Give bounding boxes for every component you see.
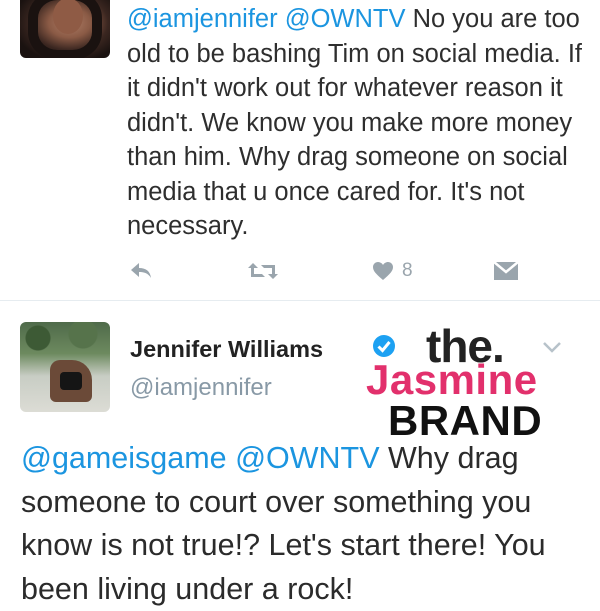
like-count: 8 — [402, 260, 413, 281]
mention-link[interactable]: @gameisgame — [21, 441, 227, 475]
chevron-down-icon[interactable] — [541, 339, 563, 355]
tweet-text: @iamjennifer @OWNTV No you are too old t… — [127, 2, 587, 244]
mention-link[interactable]: @OWNTV — [285, 5, 406, 33]
tweet-text-segment — [227, 441, 235, 475]
retweet-icon — [248, 263, 278, 279]
retweet-button[interactable] — [247, 256, 279, 286]
author-name[interactable]: Jennifer Williams — [130, 336, 323, 363]
tweet-actions: 8 — [127, 256, 527, 286]
heart-icon — [373, 262, 393, 280]
mention-link[interactable]: @iamjennifer — [127, 5, 278, 33]
avatar-swimsuit — [60, 372, 82, 390]
author-handle[interactable]: @iamjennifer — [130, 374, 272, 402]
direct-message-button[interactable] — [493, 256, 519, 286]
user-avatar[interactable] — [20, 0, 110, 58]
direct-message-icon — [493, 261, 519, 280]
avatar-foliage — [20, 322, 110, 362]
verified-badge-icon — [373, 335, 395, 357]
reply-icon — [131, 263, 151, 278]
mention-link[interactable]: @OWNTV — [235, 441, 379, 475]
author-avatar[interactable] — [20, 322, 110, 412]
tweet-text-segment — [278, 5, 285, 33]
tweet-text-segment: No you are too old to be bashing Tim on … — [127, 5, 583, 240]
tweet-original: Jennifer Williams @iamjennifer the. Jasm… — [0, 301, 600, 606]
reply-button[interactable] — [129, 256, 153, 286]
tweet-text: @gameisgame @OWNTV Why drag someone to c… — [21, 437, 591, 611]
like-button[interactable]: 8 — [372, 256, 413, 286]
tweet-reply: @iamjennifer @OWNTV No you are too old t… — [0, 0, 600, 300]
